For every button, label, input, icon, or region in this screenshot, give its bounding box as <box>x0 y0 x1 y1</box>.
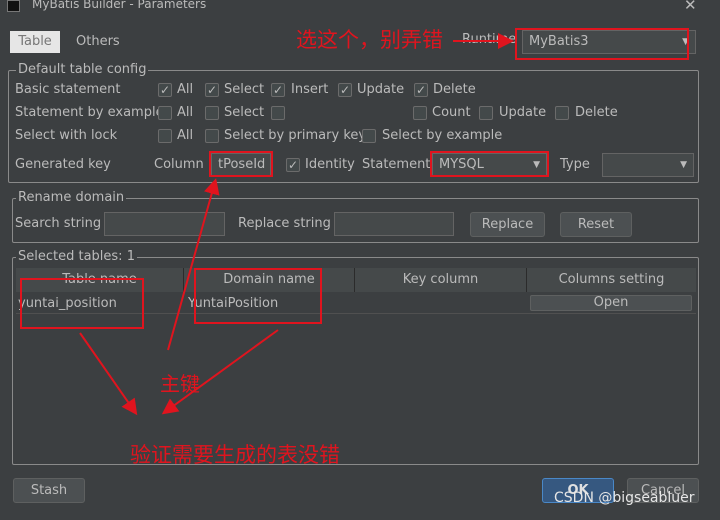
annotation-pk-note: 主键 <box>160 372 200 396</box>
search-string-input[interactable] <box>104 212 225 236</box>
example-all-label: All <box>177 105 194 120</box>
app-icon <box>7 0 20 12</box>
basic-insert-label: Insert <box>291 82 329 97</box>
column-header-columns-setting[interactable]: Columns setting <box>527 268 696 292</box>
open-columns-button[interactable]: Open <box>530 295 692 311</box>
checkbox-example-update[interactable] <box>479 106 493 120</box>
checkbox-example-hidden[interactable] <box>271 106 285 120</box>
statement-value: MYSQL <box>439 157 484 172</box>
basic-select-label: Select <box>224 82 265 97</box>
checkbox-example-count[interactable] <box>413 106 427 120</box>
column-header-domain-name[interactable]: Domain name <box>184 268 355 292</box>
statement-label: Statement <box>362 157 431 172</box>
basic-update-label: Update <box>357 82 405 97</box>
runtime-select[interactable]: MyBatis3 ▼ <box>522 30 696 54</box>
example-delete-label: Delete <box>575 105 618 120</box>
select-with-lock-label: Select with lock <box>15 128 118 143</box>
checkbox-example-delete[interactable] <box>555 106 569 120</box>
default-config-legend: Default table config <box>16 62 149 77</box>
watermark: CSDN @bigseabluer <box>554 490 695 506</box>
runtime-value: MyBatis3 <box>529 34 589 49</box>
replace-string-input[interactable] <box>334 212 454 236</box>
window-title: MyBatis Builder - Parameters <box>32 0 207 11</box>
stash-button[interactable]: Stash <box>13 478 85 503</box>
lock-all-label: All <box>177 128 194 143</box>
checkbox-lock-select-by-example[interactable] <box>362 129 376 143</box>
type-label: Type <box>560 157 590 172</box>
search-string-label: Search string <box>15 216 102 231</box>
identity-label: Identity <box>305 157 355 172</box>
checkbox-basic-insert[interactable]: ✓ <box>271 83 285 97</box>
cell-table-name[interactable]: yuntai_position <box>18 296 117 312</box>
checkbox-basic-delete[interactable]: ✓ <box>414 83 428 97</box>
generated-key-label: Generated key <box>15 157 111 172</box>
lock-select-by-example-label: Select by example <box>382 128 503 143</box>
lock-select-by-pk-label: Select by primary key <box>224 128 367 143</box>
table-row[interactable]: yuntai_position YuntaiPosition Open <box>16 292 696 314</box>
checkbox-example-all[interactable] <box>158 106 172 120</box>
title-bar: MyBatis Builder - Parameters ✕ <box>0 0 720 14</box>
example-count-label: Count <box>432 105 471 120</box>
basic-statement-label: Basic statement <box>15 82 121 97</box>
close-icon[interactable]: ✕ <box>684 0 697 14</box>
chevron-down-icon: ▼ <box>680 160 687 170</box>
statement-by-example-label: Statement by example <box>15 105 164 120</box>
checkbox-basic-update[interactable]: ✓ <box>338 83 352 97</box>
selected-tables-legend: Selected tables: 1 <box>16 249 137 264</box>
column-header-key-column[interactable]: Key column <box>355 268 527 292</box>
basic-all-label: All <box>177 82 194 97</box>
statement-select[interactable]: MYSQL ▼ <box>432 153 547 177</box>
column-input[interactable]: tPoseId <box>211 153 271 177</box>
rename-domain-legend: Rename domain <box>16 190 127 205</box>
basic-delete-label: Delete <box>433 82 476 97</box>
example-update-label: Update <box>499 105 547 120</box>
tab-table[interactable]: Table <box>10 31 60 53</box>
annotation-runtime-note: 选这个，别弄错 <box>296 28 443 52</box>
chevron-down-icon: ▼ <box>682 37 689 47</box>
column-header-table-name[interactable]: Table name <box>16 268 184 292</box>
replace-button[interactable]: Replace <box>470 212 545 237</box>
checkbox-basic-select[interactable]: ✓ <box>205 83 219 97</box>
reset-button[interactable]: Reset <box>560 212 632 237</box>
tab-others[interactable]: Others <box>76 31 120 53</box>
runtime-label: Runtime <box>462 32 517 47</box>
column-label: Column <box>154 157 204 172</box>
checkbox-basic-all[interactable]: ✓ <box>158 83 172 97</box>
cell-domain-name[interactable]: YuntaiPosition <box>188 296 278 312</box>
checkbox-identity[interactable]: ✓ <box>286 158 300 172</box>
checkbox-example-select[interactable] <box>205 106 219 120</box>
column-value: tPoseId <box>218 157 266 172</box>
chevron-down-icon: ▼ <box>533 160 540 170</box>
type-select[interactable]: ▼ <box>602 153 694 177</box>
checkbox-lock-all[interactable] <box>158 129 172 143</box>
example-select-label: Select <box>224 105 265 120</box>
checkbox-lock-select-by-pk[interactable] <box>205 129 219 143</box>
annotation-table-note: 验证需要生成的表没错 <box>130 443 340 467</box>
replace-string-label: Replace string <box>238 216 331 231</box>
